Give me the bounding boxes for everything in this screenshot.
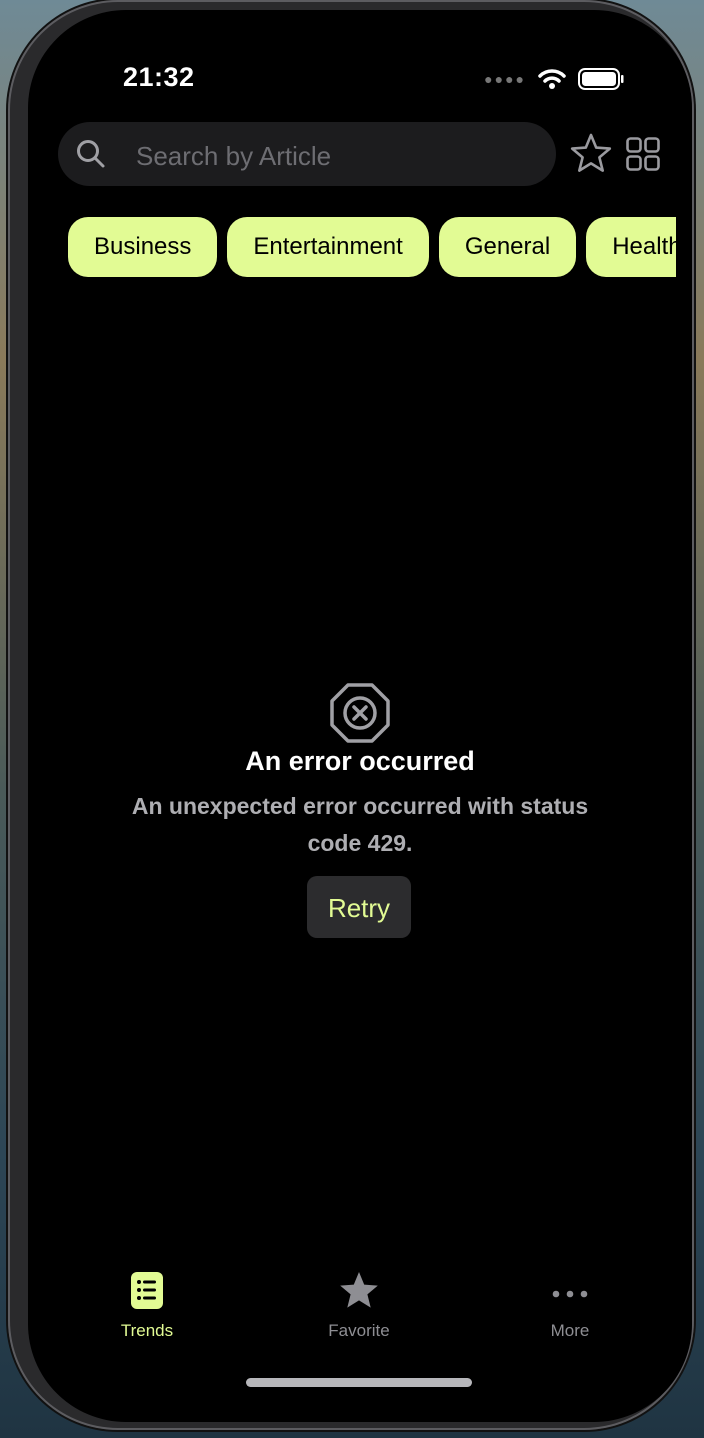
favorites-star-icon[interactable] — [570, 133, 612, 173]
chip-business[interactable]: Business — [68, 217, 218, 277]
search-input[interactable]: Search by Article — [136, 141, 331, 172]
search-icon — [77, 140, 105, 168]
status-indicators: ●●●● — [484, 68, 624, 90]
tab-more[interactable]: More — [500, 1270, 640, 1341]
error-message: An unexpected error occurred with status… — [131, 793, 589, 856]
category-chips: Business Entertainment General Health — [68, 217, 676, 279]
tab-favorite-label: Favorite — [328, 1321, 390, 1340]
chip-health[interactable]: Health — [586, 217, 676, 277]
list-icon — [131, 1272, 163, 1309]
star-icon — [340, 1272, 378, 1308]
grid-layout-icon[interactable] — [626, 137, 660, 171]
search-bar[interactable]: Search by Article — [58, 122, 556, 186]
retry-button[interactable]: Retry — [307, 876, 411, 938]
tab-trends[interactable]: Trends — [77, 1270, 217, 1341]
tab-more-label: More — [550, 1321, 590, 1340]
tab-trends-label: Trends — [120, 1321, 174, 1340]
app-screen: 21:32 ●●●● Search by Article Business En… — [28, 10, 692, 1422]
home-indicator[interactable] — [246, 1378, 472, 1387]
cellular-signal-icon: ●●●● — [484, 71, 526, 87]
error-title: An error occurred — [245, 746, 475, 776]
chip-entertainment[interactable]: Entertainment — [227, 217, 429, 277]
device-frame: 21:32 ●●●● Search by Article Business En… — [8, 0, 694, 1430]
tab-favorite[interactable]: Favorite — [289, 1270, 429, 1341]
wifi-icon — [538, 69, 566, 89]
error-octagon-icon — [330, 683, 390, 743]
ellipsis-icon — [552, 1290, 588, 1298]
tab-bar: Trends Favorite More — [28, 1270, 692, 1350]
battery-icon — [578, 68, 624, 90]
status-time: 21:32 — [123, 62, 195, 92]
chip-general[interactable]: General — [438, 217, 577, 277]
